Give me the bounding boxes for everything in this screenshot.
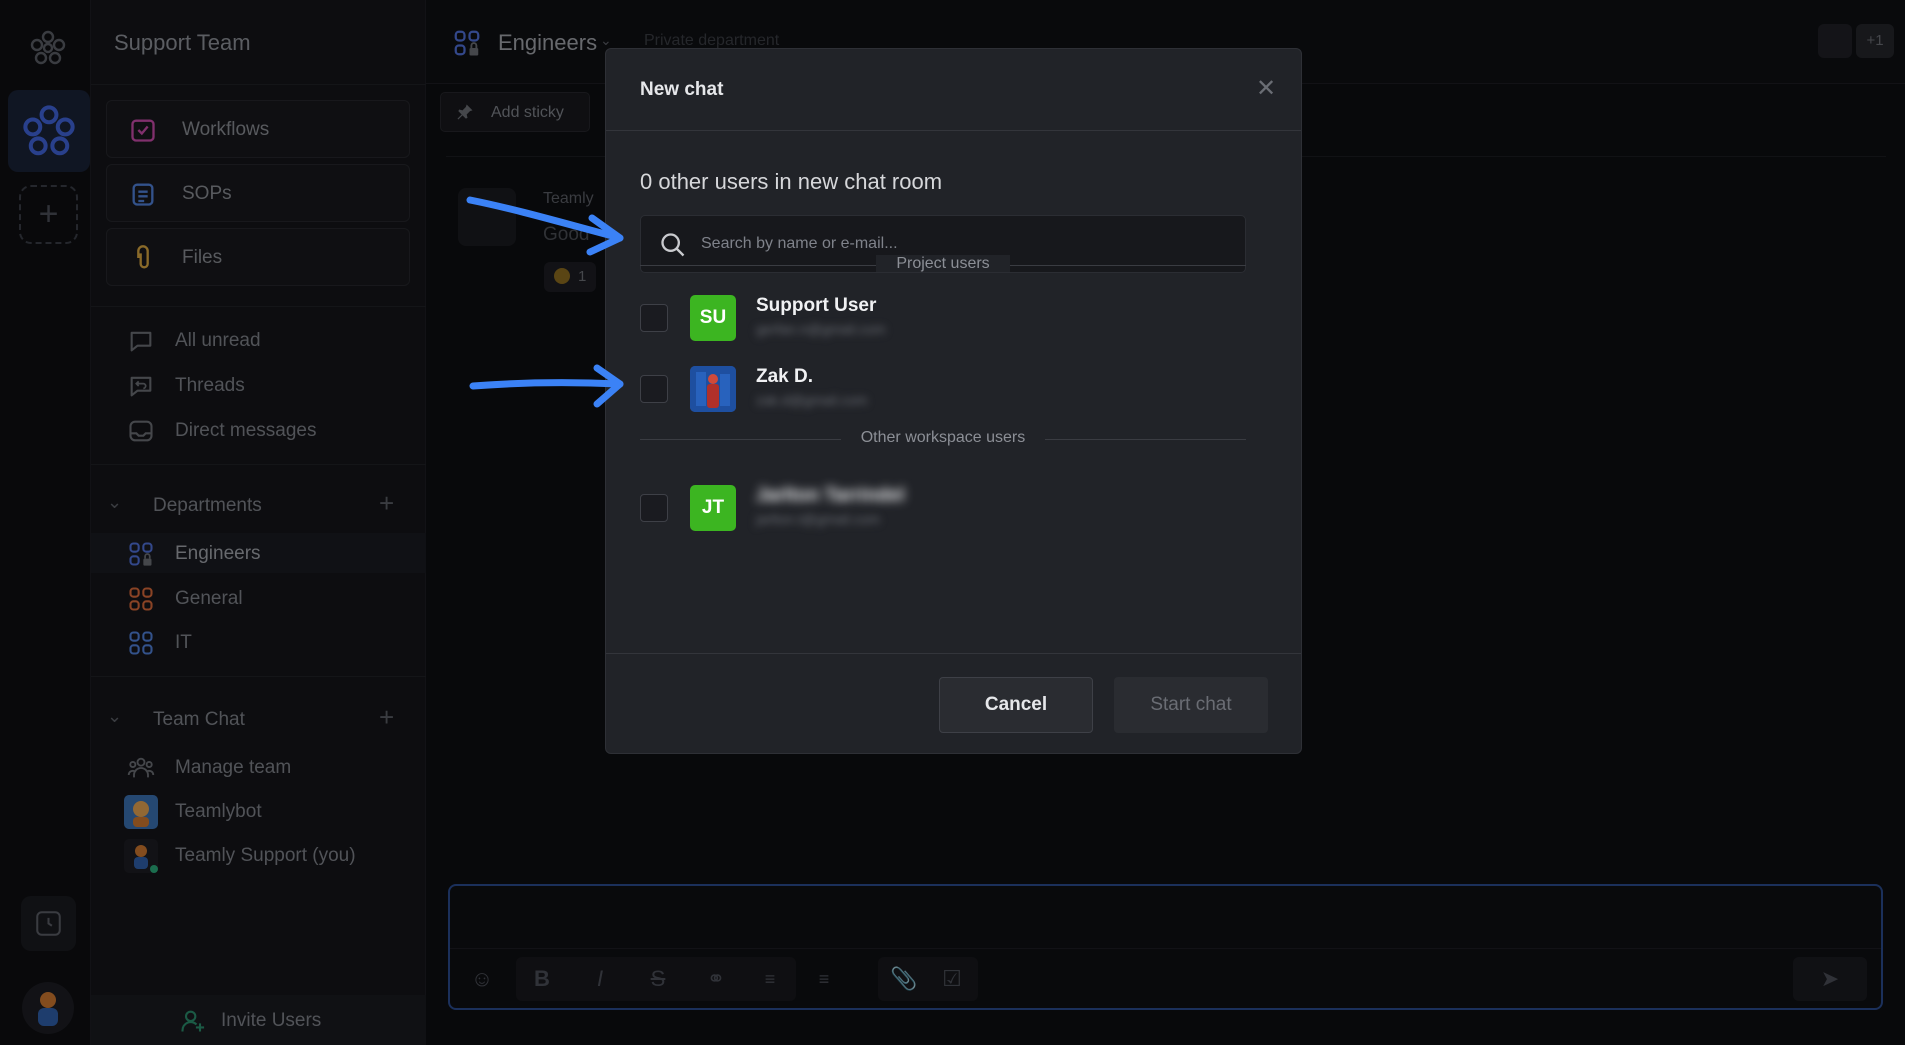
user-name: Zak D. <box>756 366 814 387</box>
avatar: JT <box>690 485 736 531</box>
user-row[interactable]: SU Support User gerfan.n@gmail.com <box>640 293 1246 343</box>
new-chat-dialog: New chat ✕ 0 other users in new chat roo… <box>605 48 1302 754</box>
user-checkbox[interactable] <box>640 375 668 403</box>
avatar: SU <box>690 295 736 341</box>
app: + Support Team Workflows SOPs Files All … <box>0 0 1905 1045</box>
user-row[interactable]: Zak D. zak.d@gmail.com <box>640 364 1246 414</box>
close-icon[interactable]: ✕ <box>1254 77 1278 101</box>
annotation-arrow-icon <box>469 364 624 408</box>
group-label-title: Other workspace users <box>840 429 1046 446</box>
group-label-title: Project users <box>876 255 1010 272</box>
dialog-header: New chat ✕ <box>606 49 1301 131</box>
user-checkbox[interactable] <box>640 304 668 332</box>
user-checkbox[interactable] <box>640 494 668 522</box>
avatar <box>690 366 736 412</box>
user-name: Support User <box>756 295 877 316</box>
user-email: zak.d@gmail.com <box>756 392 868 408</box>
user-name: Jarlton Tarrindel <box>756 485 905 506</box>
group-label-text: Other workspace users <box>640 429 1246 447</box>
user-email: jarlton.t@gmail.com <box>756 511 880 527</box>
dialog-title: New chat <box>640 79 724 100</box>
group-label-text: Project users <box>640 255 1246 273</box>
selected-count: 0 other users in new chat room <box>640 169 943 194</box>
project-users-label: Project users <box>640 255 1246 275</box>
user-row[interactable]: JT Jarlton Tarrindel jarlton.t@gmail.com <box>640 483 1246 533</box>
start-chat-button[interactable]: Start chat <box>1114 677 1268 733</box>
other-users-label: Other workspace users <box>640 429 1246 449</box>
annotation-arrow-icon <box>466 196 624 256</box>
cancel-button[interactable]: Cancel <box>939 677 1093 733</box>
user-photo-icon <box>690 366 736 412</box>
user-email: gerfan.n@gmail.com <box>756 321 886 337</box>
dialog-footer-divider <box>606 653 1301 654</box>
